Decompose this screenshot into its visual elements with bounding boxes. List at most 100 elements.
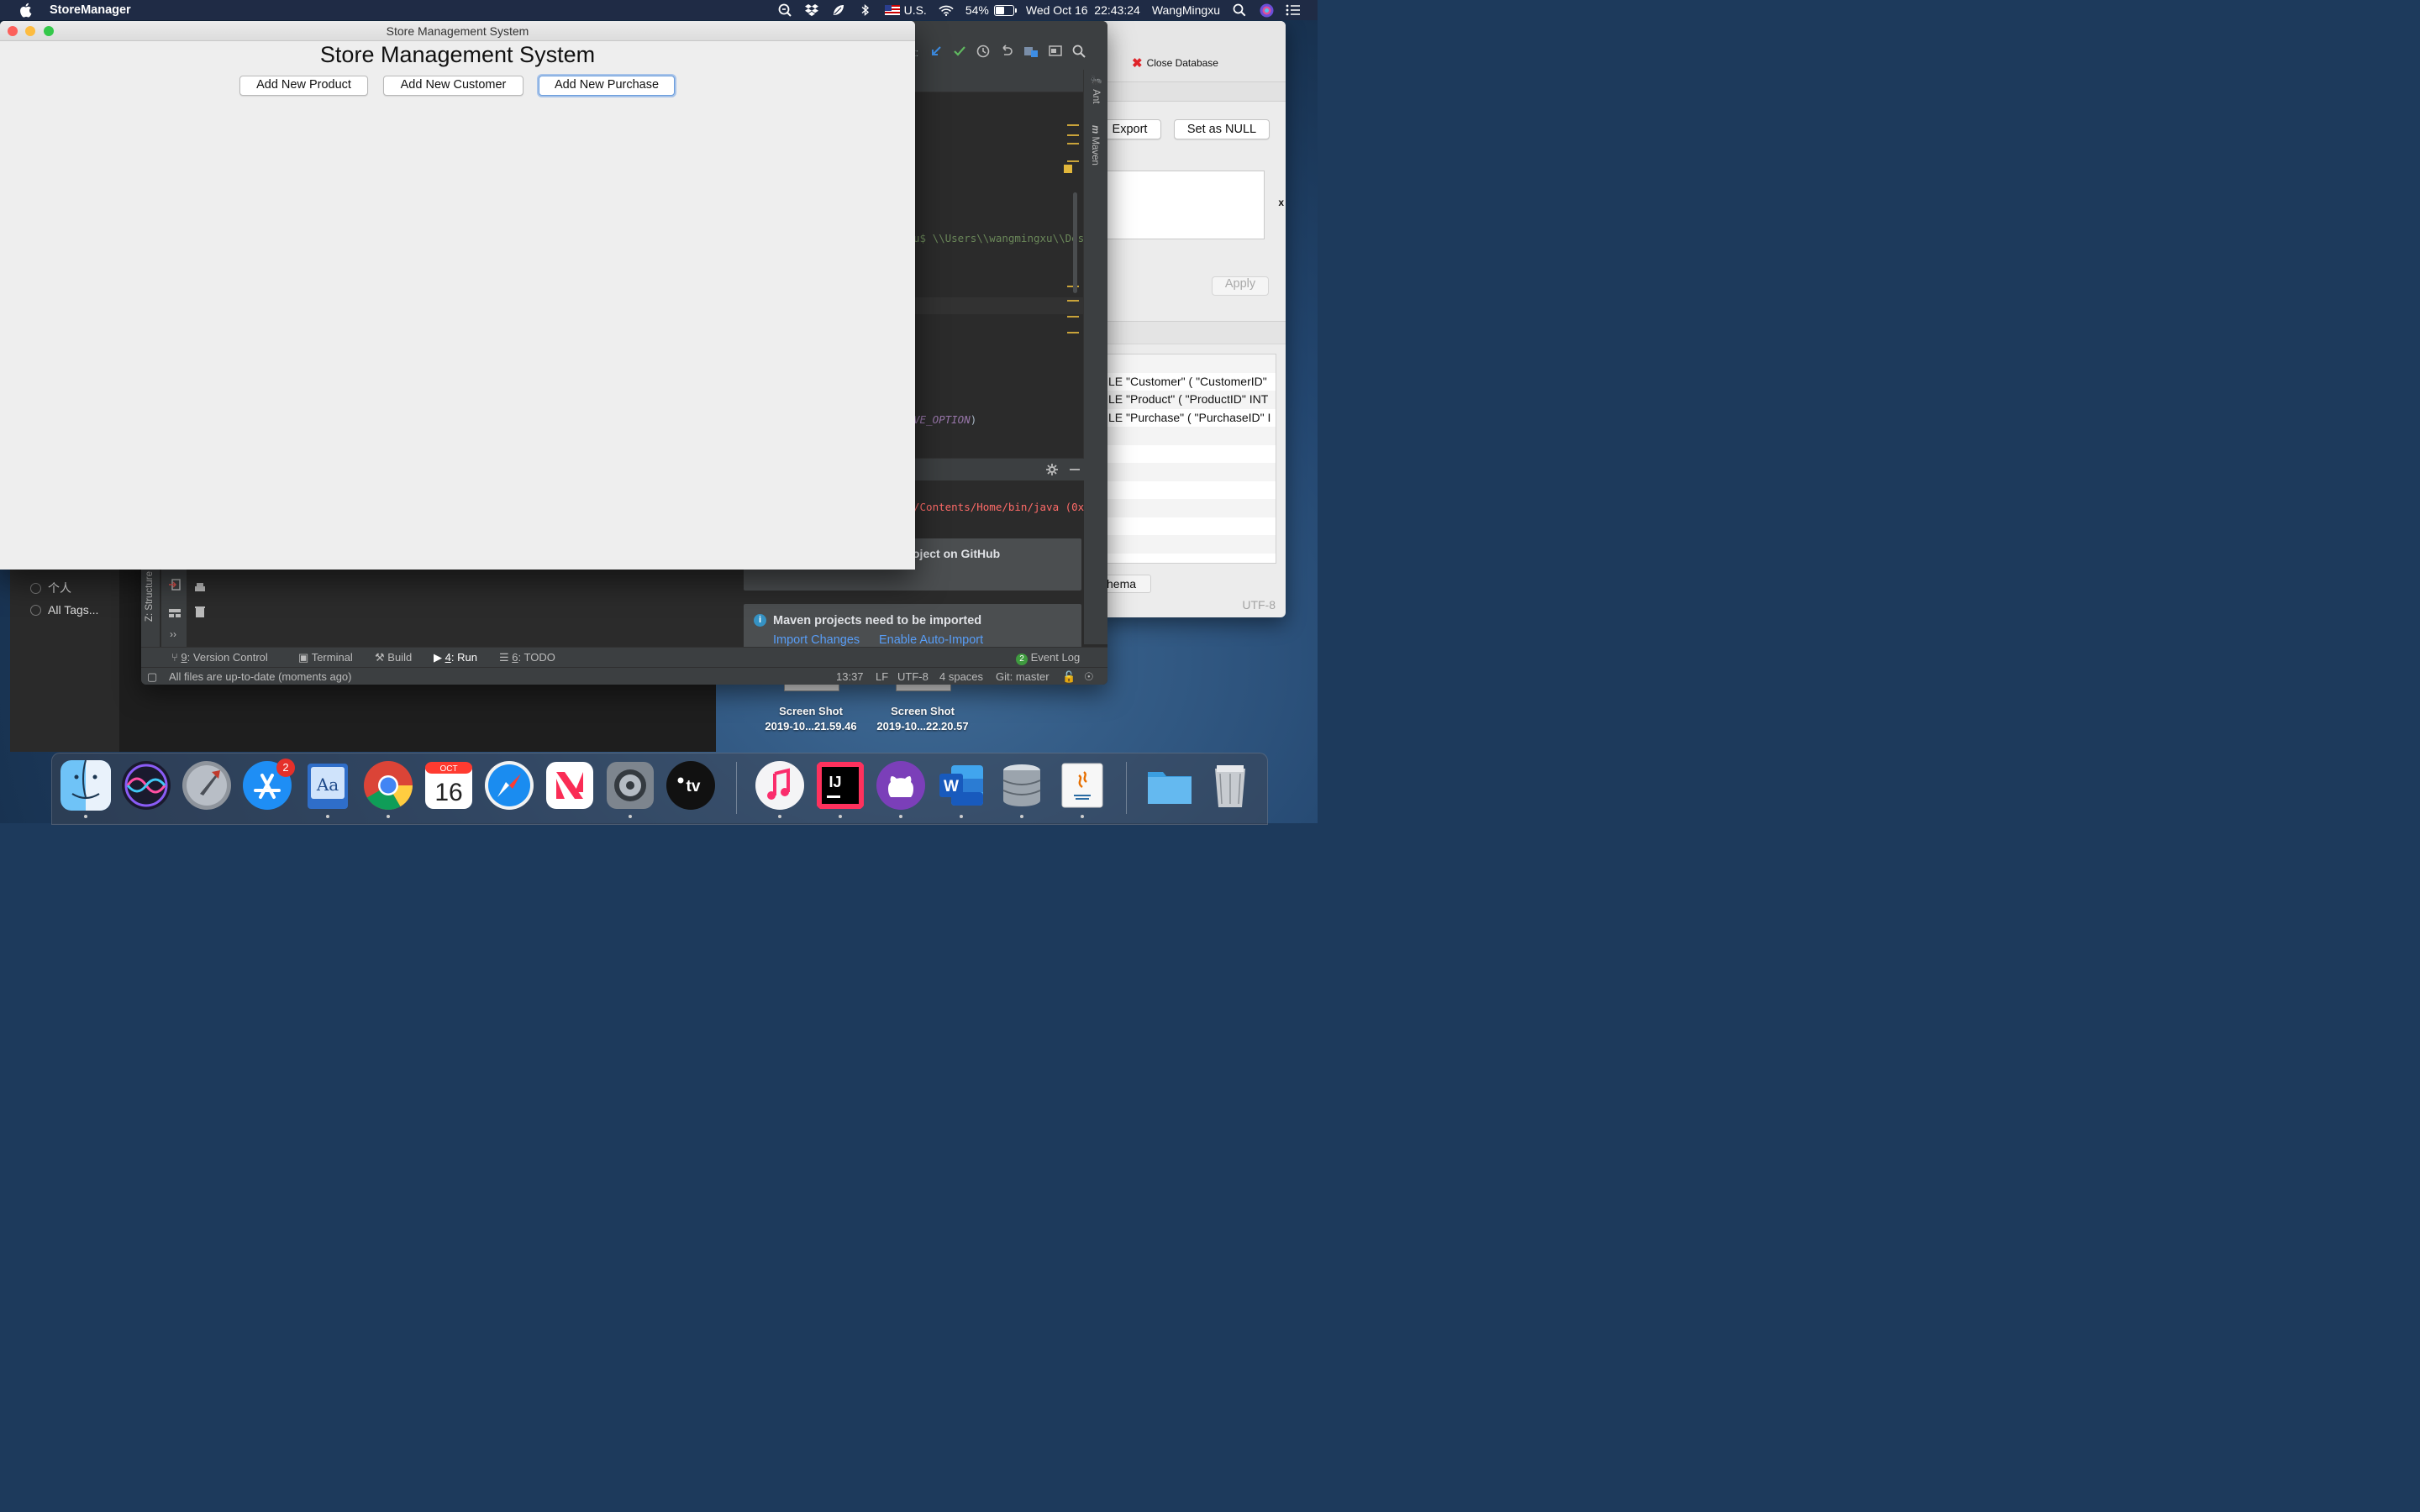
trash-app-icon[interactable] — [1205, 760, 1255, 811]
settings-gear-icon[interactable] — [1045, 463, 1059, 476]
schema-row[interactable] — [1097, 354, 1276, 373]
file-encoding[interactable]: UTF-8 — [897, 670, 929, 683]
apple-tv-app-icon[interactable]: tv — [666, 760, 716, 811]
apply-button[interactable]: Apply — [1212, 276, 1269, 296]
java-app-icon[interactable] — [1057, 760, 1107, 811]
ij-label: IJ — [829, 774, 841, 790]
schema-row[interactable] — [1097, 481, 1276, 500]
add-new-customer-button[interactable]: Add New Customer — [383, 76, 523, 96]
finder-app-icon[interactable] — [60, 760, 111, 811]
schema-row[interactable]: LE "Customer" ( "CustomerID" — [1097, 373, 1276, 391]
window-title-bar[interactable]: Store Management System — [0, 21, 915, 41]
battery-menu[interactable]: 54% — [965, 3, 1017, 17]
minimize-panel-icon[interactable] — [1069, 463, 1081, 476]
input-source-menu[interactable]: U.S. — [884, 3, 927, 17]
music-app-icon[interactable] — [755, 760, 805, 811]
add-new-purchase-button[interactable]: Add New Purchase — [539, 76, 675, 96]
intellij-app-icon[interactable]: IJ — [815, 760, 865, 811]
indent-setting[interactable]: 4 spaces — [939, 670, 983, 683]
editor-scrollbar[interactable] — [1073, 192, 1077, 293]
launchpad-app-icon[interactable] — [182, 760, 232, 811]
search-everywhere-icon[interactable] — [1072, 45, 1086, 58]
active-app-name[interactable]: StoreManager — [50, 3, 131, 17]
revert-icon[interactable] — [1000, 45, 1013, 58]
list-icon: ☰ — [499, 651, 509, 664]
tag-item-all-tags[interactable]: All Tags... — [30, 603, 98, 617]
caret-position[interactable]: 13:37 — [836, 670, 864, 683]
schema-sql-list[interactable]: LE "Customer" ( "CustomerID" LE "Product"… — [1097, 354, 1276, 564]
shazam-icon[interactable] — [777, 3, 792, 17]
vcs-commit-icon[interactable] — [953, 45, 966, 58]
schema-row[interactable] — [1097, 463, 1276, 481]
running-indicator — [387, 815, 390, 818]
layout-icon[interactable] — [168, 606, 182, 620]
schema-row[interactable]: LE "Purchase" ( "PurchaseID" I — [1097, 409, 1276, 428]
tag-item-personal[interactable]: 个人 — [30, 580, 71, 596]
tab-build[interactable]: ⚒ Build — [375, 651, 412, 664]
dictionary-app-icon[interactable]: Aa — [302, 760, 353, 811]
calendar-app-icon[interactable]: OCT 16 — [424, 760, 474, 811]
user-name[interactable]: WangMingxu — [1152, 3, 1220, 17]
calendar-month: OCT — [439, 764, 457, 774]
trash-icon[interactable] — [193, 605, 207, 618]
tab-terminal[interactable]: ▣ Terminal — [298, 651, 353, 664]
tab-todo[interactable]: ☰ 6: TODO — [499, 651, 555, 664]
add-new-product-button[interactable]: Add New Product — [239, 76, 368, 96]
inspection-warning-icon[interactable] — [1064, 165, 1072, 173]
history-icon[interactable] — [976, 45, 990, 58]
leaf-icon[interactable] — [831, 3, 846, 17]
db-browser-app-icon[interactable] — [997, 760, 1047, 811]
more-actions-icon[interactable]: ›› — [170, 628, 176, 640]
line-separator[interactable]: LF — [876, 670, 888, 683]
wifi-icon[interactable] — [939, 3, 954, 17]
dropbox-icon[interactable] — [804, 3, 819, 17]
tab-run[interactable]: ▶ 4: Run — [434, 651, 477, 664]
schema-row[interactable] — [1097, 535, 1276, 554]
dock-separator — [736, 762, 737, 814]
desktop-file-screenshot-1[interactable]: Screen Shot 2019-10...21.59.46 — [756, 704, 865, 733]
tool-window-bar: ⑂ 9: Version Control ▣ Terminal ⚒ Build … — [141, 647, 1107, 668]
running-indicator — [84, 815, 87, 818]
schema-row[interactable] — [1097, 499, 1276, 517]
vcs-update-icon[interactable] — [929, 45, 943, 58]
import-changes-link[interactable]: Import Changes — [773, 633, 860, 647]
downloads-folder-icon[interactable] — [1144, 760, 1195, 811]
spotlight-search-icon[interactable] — [1232, 3, 1247, 17]
system-preferences-app-icon[interactable] — [605, 760, 655, 811]
project-structure-icon[interactable] — [1023, 45, 1039, 58]
schema-row[interactable]: LE "Product" ( "ProductID" INT — [1097, 391, 1276, 409]
schema-row[interactable] — [1097, 445, 1276, 464]
schema-row[interactable] — [1097, 517, 1276, 536]
export-button[interactable]: Export — [1098, 119, 1161, 139]
lock-icon[interactable]: 🔓 — [1062, 670, 1076, 684]
siri-icon[interactable] — [1259, 3, 1274, 17]
presentation-icon[interactable] — [1049, 45, 1062, 58]
cell-editor-textarea[interactable] — [1097, 171, 1265, 239]
close-database-button[interactable]: ✖ Close Database — [1132, 55, 1218, 71]
enable-auto-import-link[interactable]: Enable Auto-Import — [879, 633, 983, 647]
chrome-app-icon[interactable] — [363, 760, 413, 811]
tab-version-control[interactable]: ⑂ 9: Version Control — [171, 651, 268, 664]
git-branch[interactable]: Git: master — [996, 670, 1050, 683]
event-log-tab[interactable]: 2 Event Log — [1016, 651, 1080, 665]
github-desktop-app-icon[interactable] — [876, 760, 926, 811]
news-app-icon[interactable] — [544, 760, 595, 811]
bluetooth-icon[interactable] — [858, 3, 873, 17]
clock[interactable]: Wed Oct 16 22:43:24 — [1026, 3, 1140, 17]
maven-tool-tab[interactable]: m Maven — [1090, 125, 1100, 165]
ant-tool-tab[interactable]: 🐜 Ant — [1090, 75, 1102, 104]
apple-menu-icon[interactable] — [18, 3, 32, 18]
schema-row[interactable] — [1097, 427, 1276, 445]
print-icon[interactable] — [193, 581, 207, 595]
siri-app-icon[interactable] — [121, 760, 171, 811]
inspector-icon[interactable]: ☉ — [1084, 670, 1094, 684]
word-app-icon[interactable]: W — [936, 760, 986, 811]
dock-separator — [1126, 762, 1127, 814]
safari-app-icon[interactable] — [484, 760, 534, 811]
set-as-null-button[interactable]: Set as NULL — [1174, 119, 1270, 139]
structure-tool-tab[interactable]: Z: Structure — [145, 571, 155, 622]
toggle-tool-windows-icon[interactable]: ▢ — [147, 670, 157, 684]
desktop-file-screenshot-2[interactable]: Screen Shot 2019-10...22.20.57 — [868, 704, 977, 733]
notification-center-icon[interactable] — [1286, 3, 1301, 17]
exit-icon[interactable] — [168, 578, 182, 591]
